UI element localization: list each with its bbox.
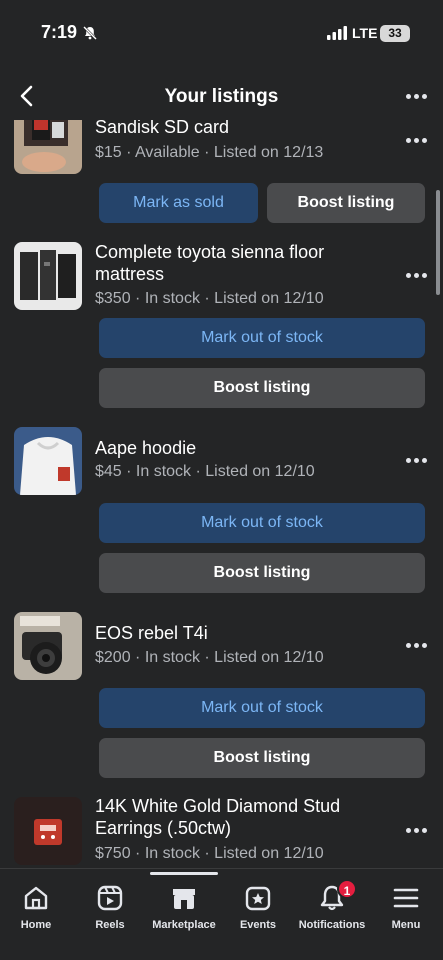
listing-thumbnail[interactable] xyxy=(14,612,82,680)
boost-listing-button[interactable]: Boost listing xyxy=(267,183,425,223)
status-time: 7:19 xyxy=(41,22,78,42)
scrollbar[interactable] xyxy=(436,190,440,295)
tab-menu[interactable]: Menu xyxy=(369,879,443,939)
listing-title: Sandisk SD card xyxy=(95,120,230,137)
cellular-signal-icon xyxy=(327,26,347,40)
more-icon xyxy=(401,818,431,842)
tab-marketplace[interactable]: Marketplace xyxy=(147,879,221,939)
floor-mattress-image xyxy=(14,242,82,310)
listing-more-button[interactable] xyxy=(401,448,431,472)
listing-title: EOS rebel T4i xyxy=(95,623,208,643)
listing-meta: $350 · In stock · Listed on 12/10 xyxy=(95,290,324,307)
tab-label: Menu xyxy=(391,919,421,931)
mark-out-of-stock-button[interactable]: Mark out of stock xyxy=(99,688,425,728)
listing-meta: $750 · In stock · Listed on 12/10 xyxy=(95,845,324,862)
boost-listing-button[interactable]: Boost listing xyxy=(99,738,425,778)
listing-thumbnail[interactable] xyxy=(14,242,82,310)
boost-listing-button[interactable]: Boost listing xyxy=(99,553,425,593)
page-header: Your listings xyxy=(0,72,443,120)
earrings-image xyxy=(14,797,82,865)
listing-more-button[interactable] xyxy=(401,128,431,152)
battery-indicator: 33 xyxy=(380,25,410,42)
boost-listing-button[interactable]: Boost listing xyxy=(99,368,425,408)
mark-out-of-stock-button[interactable]: Mark out of stock xyxy=(99,503,425,543)
status-bar: 7:19 LTE 33 xyxy=(0,0,443,66)
network-type: LTE xyxy=(352,25,378,41)
more-icon xyxy=(401,633,431,657)
tab-home[interactable]: Home xyxy=(0,879,73,939)
listing-more-button[interactable] xyxy=(401,633,431,657)
listing-more-button[interactable] xyxy=(401,263,431,287)
listing-title: 14K White Gold Diamond Stud Earrings (.5… xyxy=(95,796,341,838)
camera-image xyxy=(14,612,82,680)
notification-badge: 1 xyxy=(337,879,357,899)
listing-thumbnail[interactable] xyxy=(14,120,82,174)
silent-bell-icon xyxy=(83,26,97,40)
mark-as-sold-button[interactable]: Mark as sold xyxy=(99,183,258,223)
listings-list: Sandisk SD card $15 · Available · Listed… xyxy=(0,120,443,868)
listing-meta: $15 · Available · Listed on 12/13 xyxy=(95,144,324,161)
tab-label: Marketplace xyxy=(152,919,216,931)
tab-label: Reels xyxy=(95,919,125,931)
mark-out-of-stock-button[interactable]: Mark out of stock xyxy=(99,318,425,358)
tab-label: Events xyxy=(239,919,277,931)
tab-events[interactable]: Events xyxy=(221,879,295,939)
listing-title: Complete toyota sienna floor mattress xyxy=(95,242,325,284)
page-title: Your listings xyxy=(164,86,279,107)
tab-reels[interactable]: Reels xyxy=(73,879,147,939)
listing-meta: $45 · In stock · Listed on 12/10 xyxy=(95,463,315,480)
bottom-tab-bar: Home Reels Marketplace Events 1 Notifica… xyxy=(0,868,443,960)
sd-card-image xyxy=(14,120,82,174)
listing-thumbnail[interactable] xyxy=(14,797,82,865)
listing-more-button[interactable] xyxy=(401,818,431,842)
header-more-button[interactable] xyxy=(401,84,431,108)
listing-title: Aape hoodie xyxy=(95,438,197,458)
tab-notifications[interactable]: 1 Notifications xyxy=(295,879,369,939)
listing-thumbnail[interactable] xyxy=(14,427,82,495)
events-icon xyxy=(245,886,271,911)
home-icon xyxy=(24,886,48,910)
reels-icon xyxy=(97,885,123,911)
more-icon xyxy=(401,84,431,108)
active-tab-indicator xyxy=(150,872,218,875)
tab-label: Home xyxy=(20,919,52,931)
menu-icon xyxy=(393,888,419,908)
marketplace-icon xyxy=(173,889,195,909)
hoodie-image xyxy=(14,427,82,495)
more-icon xyxy=(401,448,431,472)
listing-meta: $200 · In stock · Listed on 12/10 xyxy=(95,649,324,666)
tab-label: Notifications xyxy=(298,919,366,931)
more-icon xyxy=(401,128,431,152)
more-icon xyxy=(401,263,431,287)
